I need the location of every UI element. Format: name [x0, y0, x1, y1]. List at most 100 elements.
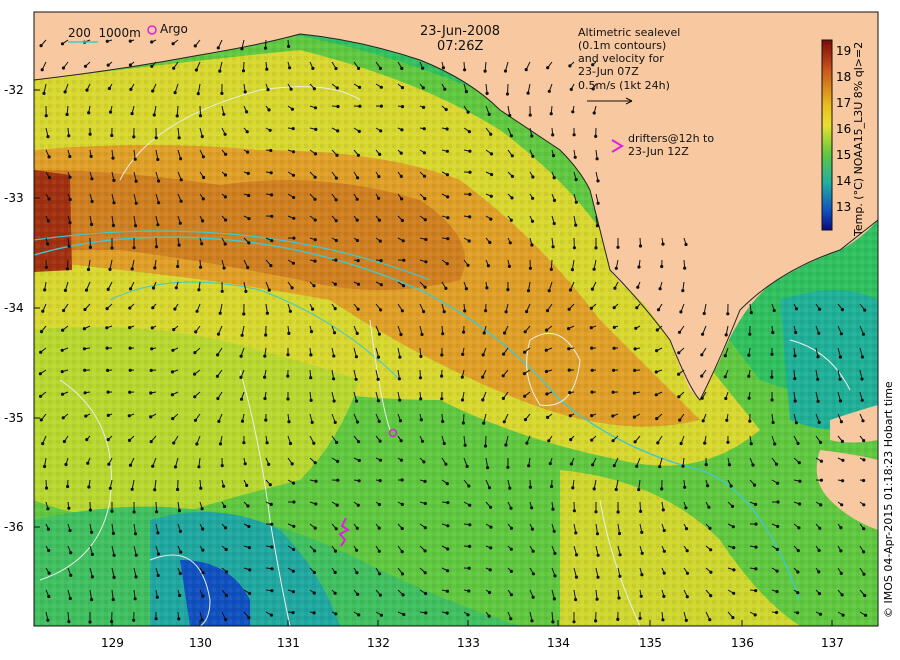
velocity-arrow-head: [105, 39, 109, 43]
velocity-arrow-head: [201, 527, 205, 531]
velocity-arrow-head: [60, 370, 64, 374]
velocity-arrow-head: [725, 418, 729, 422]
colorbar-tick: 14: [836, 174, 852, 188]
velocity-arrow-head: [640, 573, 644, 577]
velocity-arrow-head: [530, 527, 535, 531]
velocity-arrow-head: [862, 478, 866, 483]
velocity-arrow-head: [817, 331, 821, 335]
velocity-arrow-head: [422, 310, 426, 314]
velocity-arrow-head: [247, 524, 251, 529]
velocity-arrow-head: [775, 590, 779, 594]
velocity-arrow-head: [151, 89, 155, 93]
velocity-arrow-head: [202, 175, 206, 180]
velocity-arrow-head: [178, 529, 182, 533]
velocity-arrow-head: [68, 197, 72, 202]
velocity-arrow-head: [170, 370, 175, 374]
velocity-arrow-head: [46, 507, 50, 511]
velocity-arrow-head: [216, 396, 220, 401]
velocity-arrow-head: [681, 464, 685, 468]
velocity-arrow-head: [441, 332, 445, 336]
velocity-arrow-head: [840, 593, 844, 597]
velocity-arrow-head: [108, 267, 112, 271]
velocity-arrow-head: [423, 526, 427, 530]
velocity-arrow-head: [88, 132, 92, 136]
velocity-arrow-head: [223, 242, 227, 246]
velocity-arrow-head: [531, 595, 535, 599]
velocity-arrow-head: [551, 620, 555, 624]
velocity-arrow-head: [242, 441, 246, 445]
velocity-arrow-head: [509, 218, 513, 222]
velocity-arrow-head: [178, 593, 182, 598]
velocity-arrow-head: [333, 549, 338, 553]
velocity-arrow-head: [530, 619, 534, 623]
velocity-arrow-head: [444, 462, 448, 466]
velocity-arrow-head: [82, 347, 87, 351]
velocity-arrow-head: [69, 551, 73, 555]
velocity-arrow-head: [423, 571, 427, 575]
velocity-arrow-head: [635, 464, 639, 468]
velocity-arrow-head: [638, 244, 643, 248]
x-tick-label: 130: [189, 636, 212, 650]
velocity-arrow-head: [265, 441, 269, 445]
velocity-arrow-head: [702, 311, 706, 316]
velocity-arrow-head: [66, 484, 70, 489]
velocity-arrow-head: [68, 154, 72, 159]
velocity-arrow-head: [748, 419, 752, 423]
velocity-arrow-head: [334, 198, 338, 202]
velocity-arrow-head: [467, 589, 471, 593]
velocity-arrow-head: [311, 307, 315, 311]
velocity-arrow-head: [246, 171, 250, 175]
velocity-arrow-head: [489, 152, 494, 156]
velocity-arrow-head: [700, 396, 704, 400]
velocity-arrow-head: [289, 87, 293, 91]
velocity-arrow-head: [264, 418, 268, 422]
velocity-arrow-head: [357, 613, 361, 617]
velocity-arrow-head: [818, 526, 822, 530]
velocity-arrow-head: [482, 421, 486, 425]
velocity-arrow-head: [46, 242, 50, 246]
velocity-arrow-head: [420, 439, 425, 443]
velocity-arrow-head: [508, 113, 512, 118]
velocity-arrow-head: [796, 591, 800, 595]
velocity-arrow-head: [246, 150, 250, 154]
velocity-arrow-head: [422, 151, 426, 155]
velocity-arrow-head: [422, 460, 426, 464]
velocity-arrow-head: [378, 458, 383, 462]
velocity-arrow-head: [595, 597, 599, 601]
colorbar-tick: 17: [836, 96, 852, 110]
velocity-arrow-head: [634, 326, 638, 330]
velocity-arrow-head: [312, 87, 316, 91]
velocity-arrow-head: [841, 613, 845, 617]
velocity-arrow-head: [703, 441, 707, 445]
velocity-arrow-head: [840, 308, 845, 312]
velocity-arrow-head: [90, 530, 94, 534]
velocity-arrow-head: [617, 596, 621, 600]
velocity-arrow-head: [152, 113, 156, 117]
velocity-arrow-head: [793, 377, 797, 381]
velocity-arrow-head: [531, 549, 535, 553]
velocity-arrow-head: [44, 486, 49, 490]
velocity-arrow-head: [489, 132, 493, 136]
velocity-arrow-head: [616, 245, 620, 249]
velocity-arrow-head: [633, 347, 637, 351]
velocity-arrow-head: [611, 439, 615, 443]
velocity-arrow-head: [861, 419, 865, 423]
velocity-arrow-head: [678, 418, 682, 422]
velocity-arrow-head: [127, 438, 132, 442]
velocity-arrow-head: [223, 132, 227, 136]
velocity-arrow-head: [528, 485, 533, 489]
velocity-arrow-head: [134, 553, 138, 557]
velocity-arrow-head: [128, 346, 132, 350]
velocity-arrow-head: [793, 399, 797, 403]
velocity-arrow-head: [466, 613, 470, 617]
velocity-arrow-head: [840, 503, 844, 507]
velocity-arrow-head: [270, 193, 274, 197]
velocity-arrow-head: [547, 439, 551, 443]
velocity-arrow-head: [332, 331, 337, 335]
velocity-arrow-head: [446, 569, 450, 573]
velocity-arrow-head: [240, 333, 244, 337]
velocity-arrow-head: [128, 306, 132, 310]
velocity-arrow-head: [463, 443, 467, 447]
velocity-arrow-head: [552, 176, 556, 180]
velocity-arrow-head: [486, 466, 490, 470]
